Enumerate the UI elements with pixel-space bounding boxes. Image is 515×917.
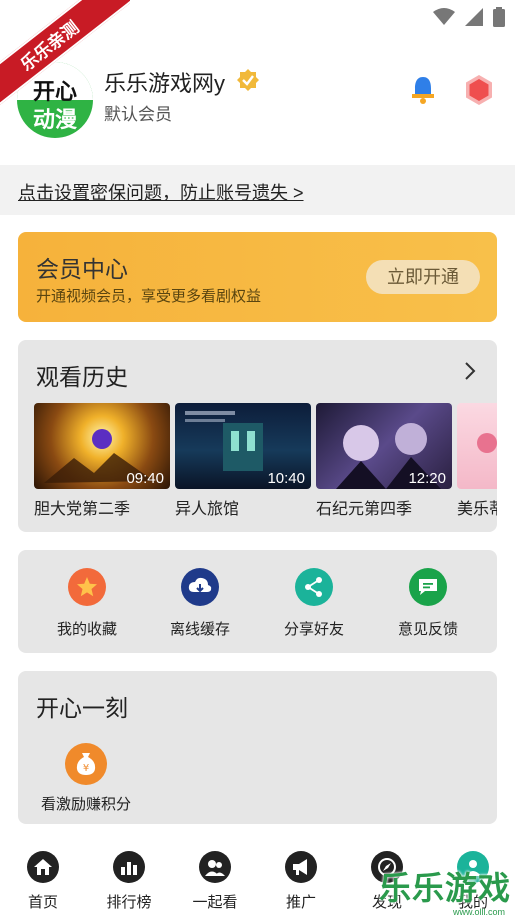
offline-cache-button[interactable]: 离线缓存 — [150, 568, 250, 639]
message-icon — [409, 568, 447, 606]
nav-ranking-label: 排行榜 — [106, 894, 152, 911]
watch-history-section: 观看历史 09:40 胆大党第二季 10:40 异人旅馆 12:20 石纪元第四… — [18, 340, 497, 532]
nav-home-label: 首页 — [27, 894, 58, 911]
happy-moment-title: 开心一刻 — [36, 695, 128, 721]
money-bag-icon: ¥ — [65, 743, 107, 785]
history-item[interactable]: 09:40 胆大党第二季 — [34, 403, 170, 519]
watermark-url: www.olll.com — [452, 907, 505, 917]
share-icon — [295, 568, 333, 606]
history-duration: 09:40 — [126, 470, 164, 487]
star-icon — [68, 568, 106, 606]
status-bar — [0, 0, 515, 34]
offline-cache-label: 离线缓存 — [169, 621, 230, 638]
username[interactable]: 乐乐游戏网y — [104, 66, 225, 98]
battery-icon — [493, 7, 505, 27]
watermark-logo: 乐乐游戏 — [378, 870, 511, 906]
vip-badge-icon — [237, 69, 259, 91]
hexagon-settings-icon[interactable] — [463, 74, 495, 106]
history-title: 异人旅馆 — [175, 501, 240, 518]
member-level: 默认会员 — [104, 105, 172, 124]
history-title: 石纪元第四季 — [316, 501, 413, 518]
activate-membership-button[interactable]: 立即开通 — [366, 260, 480, 294]
nav-promote[interactable]: 推广 — [258, 851, 344, 912]
nav-watch-together[interactable]: 一起看 — [172, 851, 258, 912]
history-title: 胆大党第二季 — [34, 501, 131, 518]
history-item[interactable]: 12:20 石纪元第四季 — [316, 403, 452, 519]
ranking-icon — [113, 851, 145, 883]
earn-points-label: 看激励赚积分 — [40, 796, 131, 813]
nav-promote-label: 推广 — [285, 894, 316, 911]
history-item[interactable]: 美乐蒂 — [457, 403, 497, 519]
nav-watch-together-label: 一起看 — [192, 894, 238, 911]
history-item[interactable]: 10:40 异人旅馆 — [175, 403, 311, 519]
quick-actions-panel: 我的收藏 离线缓存 分享好友 意见反馈 — [18, 550, 497, 653]
member-center-title: 会员中心 — [36, 256, 128, 282]
avatar-logo-text-bottom: 动漫 — [32, 107, 77, 132]
share-friends-button[interactable]: 分享好友 — [264, 568, 364, 639]
history-duration: 12:20 — [408, 470, 446, 487]
bell-icon[interactable] — [408, 74, 438, 104]
signal-icon — [465, 8, 483, 26]
cloud-download-icon — [181, 568, 219, 606]
avatar[interactable]: 开心 动漫 — [17, 62, 93, 138]
nav-home[interactable]: 首页 — [0, 851, 86, 912]
home-icon — [27, 851, 59, 883]
profile-header: 开心 动漫 乐乐游戏网y 默认会员 — [0, 52, 515, 152]
earn-points-button[interactable]: ¥ 看激励赚积分 — [34, 743, 138, 814]
watch-history-title: 观看历史 — [36, 364, 128, 390]
bottom-navigation: 首页 排行榜 一起看 推广 发现 我的 乐乐游戏 www.olll.com — [0, 845, 515, 917]
history-duration: 10:40 — [267, 470, 305, 487]
member-center-subtitle: 开通视频会员，享受更多看剧权益 — [36, 288, 262, 305]
wifi-icon — [433, 8, 455, 25]
nav-ranking[interactable]: 排行榜 — [86, 851, 172, 912]
chevron-right-icon[interactable] — [463, 360, 477, 382]
member-center-card[interactable]: 会员中心 开通视频会员，享受更多看剧权益 立即开通 — [18, 232, 497, 322]
happy-moment-section: 开心一刻 ¥ 看激励赚积分 — [18, 671, 497, 824]
favorites-button[interactable]: 我的收藏 — [37, 568, 137, 639]
history-title: 美乐蒂 — [457, 501, 497, 518]
feedback-label: 意见反馈 — [397, 621, 458, 638]
group-icon — [199, 851, 231, 883]
feedback-button[interactable]: 意见反馈 — [378, 568, 478, 639]
history-thumbnail[interactable]: 10:40 — [175, 403, 311, 489]
favorites-label: 我的收藏 — [56, 621, 117, 638]
security-notice-banner[interactable]: 点击设置密保问题，防止账号遗失 > — [0, 165, 515, 215]
history-thumbnail[interactable]: 09:40 — [34, 403, 170, 489]
share-friends-label: 分享好友 — [283, 621, 344, 638]
megaphone-icon — [285, 851, 317, 883]
history-thumbnail[interactable]: 12:20 — [316, 403, 452, 489]
security-notice-link[interactable]: 点击设置密保问题，防止账号遗失 > — [18, 179, 304, 205]
history-thumbnail[interactable] — [457, 403, 497, 489]
svg-text:¥: ¥ — [83, 763, 89, 774]
